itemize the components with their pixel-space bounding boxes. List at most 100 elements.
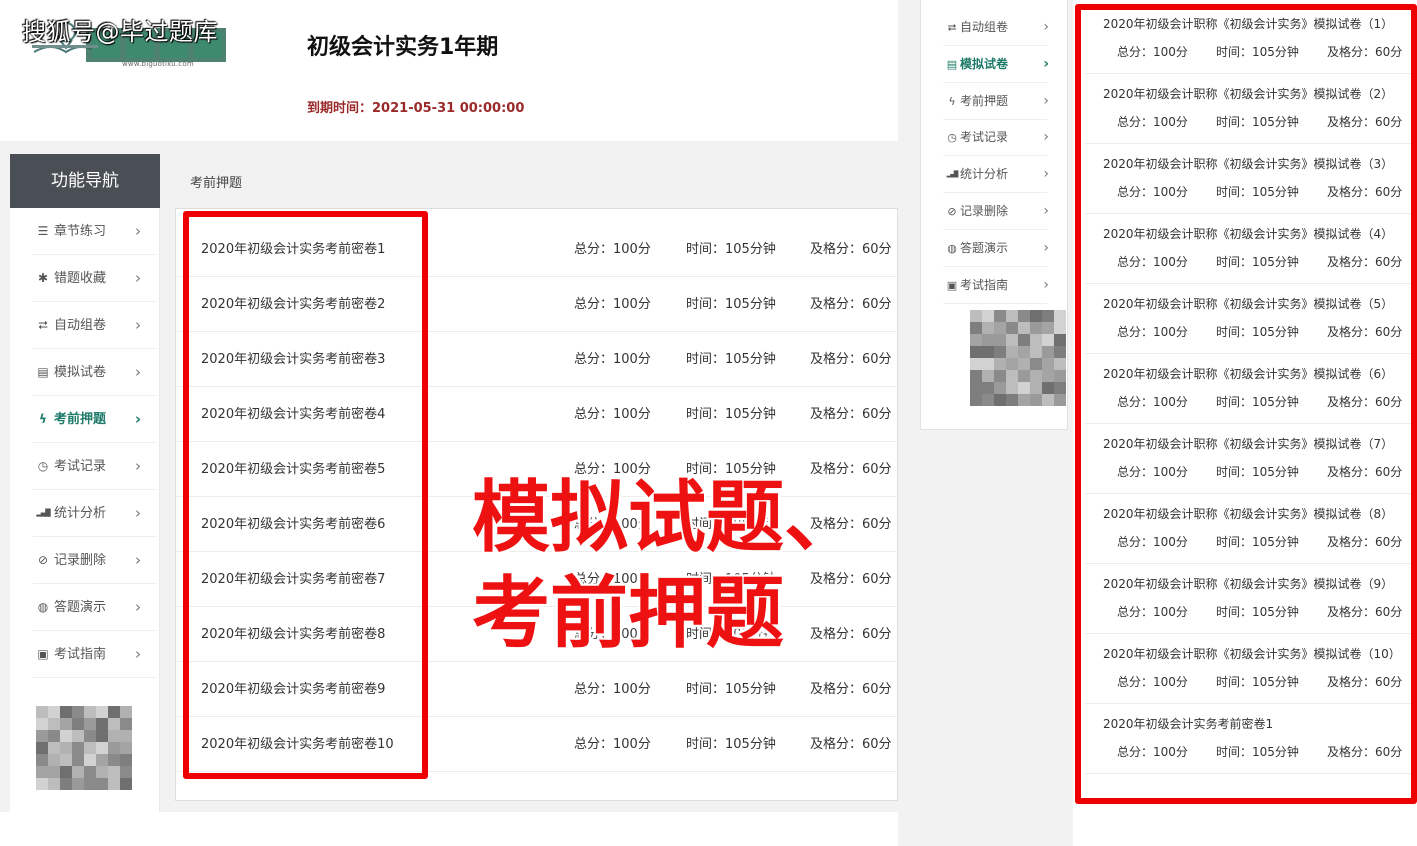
sidebar-item-5[interactable]: ϟ 考前押题 › [33, 396, 157, 443]
pixelated-qr [970, 310, 1066, 406]
mid-nav-item-7[interactable]: ◍ 答题演示 › [943, 230, 1049, 267]
content-tab-title: 考前押题 [190, 176, 243, 191]
paper-score: 总分：100分 [574, 352, 651, 367]
highlight-frame-left [183, 211, 428, 779]
sidebar-item-label: 自动组卷 [54, 318, 107, 333]
sidebar-item-6[interactable]: ◷ 考试记录 › [33, 443, 157, 490]
chevron-right-icon: › [135, 316, 141, 334]
loop-icon: ⮂ [38, 318, 48, 332]
overlay-caption: 模拟试题、 考前押题 [472, 470, 862, 662]
qr-code-image [970, 310, 1066, 406]
mid-nav-label: 考试指南 [960, 277, 1009, 292]
clock-icon: ◷ [947, 131, 957, 145]
bottom-area [0, 812, 900, 846]
globe-icon: ◍ [37, 600, 49, 614]
sidebar-item-10[interactable]: ▣ 考试指南 › [33, 631, 157, 678]
paper-time: 时间：105分钟 [686, 242, 776, 257]
mid-nav-label: 统计分析 [960, 167, 1009, 182]
sidebar-nav: ☰ 章节练习 › ✱ 错题收藏 › ⮂ 自动组卷 › ▤ 模拟试卷 › ϟ 考前押题 › ◷ 考试记录 › ▂▄█ 统… [10, 208, 159, 678]
sidebar-item-label: 错题收藏 [54, 271, 107, 286]
mid-nav-label: 模拟试卷 [960, 56, 1009, 71]
paper-score: 总分：100分 [574, 407, 651, 422]
sidebar-item-label: 答题演示 [54, 600, 107, 615]
paper-time: 时间：105分钟 [686, 737, 776, 752]
sidebar-title: 功能导航 [10, 154, 160, 208]
sidebar-item-label: 章节练习 [54, 224, 107, 239]
sidebar-item-label: 统计分析 [54, 506, 107, 521]
chevron-right-icon: › [135, 363, 141, 381]
mid-nav-item-6[interactable]: ⊘ 记录删除 › [943, 193, 1049, 230]
paper-pass: 及格分：60分 [810, 297, 892, 312]
chevron-right-icon: › [135, 457, 141, 475]
chevron-right-icon: › [1043, 92, 1049, 109]
sidebar-item-label: 记录删除 [54, 553, 107, 568]
paper-pass: 及格分：60分 [810, 352, 892, 367]
sidebar-item-8[interactable]: ⊘ 记录删除 › [33, 537, 157, 584]
chevron-right-icon: › [1043, 166, 1049, 183]
globe-icon: ◍ [947, 241, 957, 255]
paper-time: 时间：105分钟 [686, 682, 776, 697]
mid-nav-item-5[interactable]: ▂▄█ 统计分析 › [943, 156, 1049, 194]
mid-nav-item-4[interactable]: ◷ 考试记录 › [943, 119, 1049, 157]
clock-icon: ◷ [37, 459, 49, 473]
paper-time: 时间：105分钟 [686, 407, 776, 422]
doc-icon: ▤ [946, 57, 958, 71]
paper-pass: 及格分：60分 [810, 407, 892, 422]
mid-nav-item-3[interactable]: ϟ 考前押题 › [943, 83, 1049, 120]
chevron-right-icon: › [1043, 276, 1049, 293]
paper-time: 时间：105分钟 [686, 297, 776, 312]
loop-icon: ⮂ [947, 21, 957, 34]
sidebar-item-1[interactable]: ☰ 章节练习 › [33, 208, 157, 255]
bolt-icon: ϟ [39, 412, 47, 426]
chevron-right-icon: › [1043, 203, 1049, 219]
bar-chart-icon: ▂▄█ [36, 509, 50, 517]
ban-icon: ⊘ [37, 553, 49, 567]
mid-nav-item-1[interactable]: ⮂ 自动组卷 › [943, 9, 1049, 46]
expire-value: 2021-05-31 00:00:00 [372, 101, 525, 116]
mid-nav-label: 考试记录 [960, 130, 1009, 145]
paper-pass: 及格分：60分 [810, 242, 892, 257]
pixelated-qr [36, 706, 132, 790]
mid-nav-item-2[interactable]: ▤ 模拟试卷 › [943, 46, 1049, 83]
paper-score: 总分：100分 [574, 682, 651, 697]
overlay-line-1: 模拟试题、 [472, 473, 863, 563]
chevron-right-icon: › [135, 551, 141, 569]
asterisk-icon: ✱ [37, 271, 49, 285]
mid-nav-card: ⮂ 自动组卷 › ▤ 模拟试卷 › ϟ 考前押题 › ◷ 考试记录 › ▂▄█ 统计分析 › ⊘ 记录删除 › ◍ 答… [920, 0, 1068, 430]
sidebar-item-2[interactable]: ✱ 错题收藏 › [33, 255, 157, 302]
chevron-right-icon: › [1043, 55, 1049, 72]
watermark: 搜狐号@毕过题库 [22, 18, 218, 46]
mid-nav-label: 答题演示 [960, 240, 1009, 255]
sidebar: 功能导航 ☰ 章节练习 › ✱ 错题收藏 › ⮂ 自动组卷 › ▤ 模拟试卷 › ϟ 考前押题 › ◷ 考试记录… [10, 154, 160, 814]
sidebar-item-4[interactable]: ▤ 模拟试卷 › [33, 349, 157, 396]
list-icon: ☰ [37, 224, 49, 238]
mid-nav-item-8[interactable]: ▣ 考试指南 › [943, 267, 1049, 304]
mid-panel: ⮂ 自动组卷 › ▤ 模拟试卷 › ϟ 考前押题 › ◷ 考试记录 › ▂▄█ 统计分析 › ⊘ 记录删除 › ◍ 答… [898, 0, 1073, 846]
page-header: www.biguotiku.com 搜狐号@毕过题库 初级会计实务1年期 到期时… [0, 0, 898, 141]
bar-chart-icon: ▂▄█ [946, 171, 959, 179]
sidebar-item-9[interactable]: ◍ 答题演示 › [33, 584, 157, 631]
paper-time: 时间：105分钟 [686, 352, 776, 367]
expire-date: 到期时间：2021-05-31 00:00:00 [307, 97, 524, 116]
chevron-right-icon: › [1043, 239, 1049, 256]
print-icon: ▣ [946, 278, 958, 292]
paper-pass: 及格分：60分 [810, 737, 892, 752]
paper-score: 总分：100分 [574, 737, 651, 752]
sidebar-item-label: 考试指南 [54, 647, 107, 662]
chevron-right-icon: › [135, 504, 141, 522]
doc-icon: ▤ [37, 365, 49, 379]
paper-score: 总分：100分 [574, 297, 651, 312]
mid-nav-label: 自动组卷 [960, 20, 1009, 34]
paper-pass: 及格分：60分 [810, 682, 892, 697]
ban-icon: ⊘ [947, 205, 957, 218]
chevron-right-icon: › [135, 598, 141, 616]
mid-nav-label: 记录删除 [960, 204, 1009, 218]
chevron-right-icon: › [1043, 19, 1049, 35]
qr-code-image [36, 706, 132, 794]
sidebar-item-7[interactable]: ▂▄█ 统计分析 › [33, 490, 157, 537]
course-title: 初级会计实务1年期 [307, 35, 499, 60]
chevron-right-icon: › [134, 410, 141, 428]
sidebar-item-label: 考前押题 [54, 412, 107, 427]
paper-score: 总分：100分 [574, 242, 651, 257]
sidebar-item-3[interactable]: ⮂ 自动组卷 › [33, 302, 157, 349]
